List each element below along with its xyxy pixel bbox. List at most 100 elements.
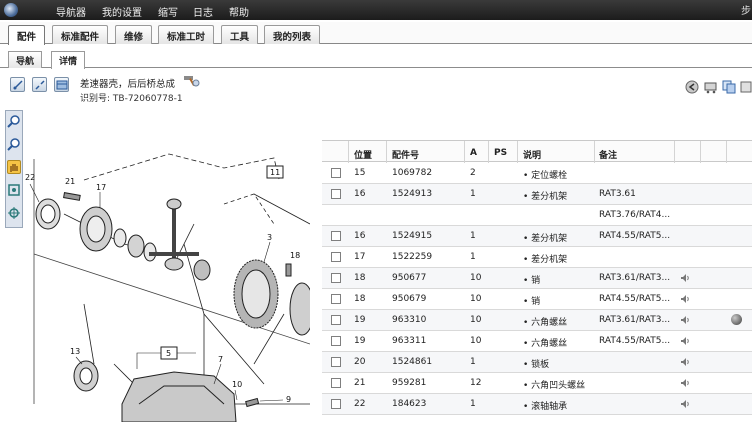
cell-part-number[interactable]: 963310 [392,315,426,325]
cell-description: • 差分机架 [523,255,568,265]
app-logo-icon [4,3,18,17]
tab-navigation[interactable]: 导航 [8,51,43,68]
cell-part-number[interactable]: 1524915 [392,231,432,241]
cell-a: 2 [470,168,476,178]
tab-my-list[interactable]: 我的列表 [264,25,321,44]
cell-position: 17 [354,252,366,262]
cell-part-number[interactable]: 959281 [392,378,426,388]
cell-description: • 定位螺栓 [523,171,568,181]
cell-part-number[interactable]: 1069782 [392,168,432,178]
col-header-part-number[interactable]: 配件号 [392,148,419,161]
row-checkbox[interactable] [331,231,341,241]
fit-icon[interactable] [7,183,21,197]
callout-5: 5 [166,349,171,358]
cell-note: RAT3.61/RAT3... [599,315,671,325]
row-checkbox[interactable] [331,189,341,199]
cell-part-number[interactable]: 950677 [392,273,426,283]
crosshair-icon[interactable] [7,206,21,220]
speaker-icon[interactable] [680,357,690,367]
cell-part-number[interactable]: 184623 [392,399,426,409]
cell-position: 16 [354,189,366,199]
cell-part-number[interactable]: 1522259 [392,252,432,262]
col-header-a[interactable]: A [470,148,477,158]
callout-22: 22 [25,173,35,182]
tool-unlink-icon[interactable] [32,77,47,92]
cell-position: 19 [354,315,366,325]
tool-link-icon[interactable] [10,77,25,92]
table-row[interactable]: 16 1524913 1 • 差分机架 RAT3.61 [322,184,752,205]
cell-description: • 六角凹头螺丝 [523,381,586,391]
cell-description: • 六角螺丝 [523,339,568,349]
tab-details[interactable]: 详情 [51,51,86,69]
tab-parts[interactable]: 配件 [8,25,46,45]
table-row[interactable]: 19 963310 10 • 六角螺丝 RAT3.61/RAT3... [322,310,752,331]
speaker-icon[interactable] [680,273,690,283]
tool-table-icon[interactable] [54,77,69,92]
table-row[interactable]: 22 184623 1 • 滚轴轴承 [322,394,752,415]
table-row[interactable]: 20 1524861 1 • 锁板 [322,352,752,373]
col-header-position[interactable]: 位置 [354,148,372,161]
col-header-description[interactable]: 说明 [523,148,541,161]
cell-position: 15 [354,168,366,178]
tab-standard-labor[interactable]: 标准工时 [158,25,215,44]
speaker-icon[interactable] [680,294,690,304]
row-checkbox[interactable] [331,357,341,367]
row-checkbox[interactable] [331,378,341,388]
table-row[interactable]: 18 950677 10 • 销 RAT3.61/RAT3... [322,268,752,289]
speaker-icon[interactable] [680,399,690,409]
cell-position: 18 [354,294,366,304]
row-checkbox[interactable] [331,294,341,304]
menu-navigator[interactable]: 导航器 [56,4,86,19]
table-row[interactable]: 16 1524915 1 • 差分机架 RAT4.55/RAT5... [322,226,752,247]
speaker-icon[interactable] [680,315,690,325]
speaker-icon[interactable] [680,378,690,388]
cell-a: 12 [470,378,482,388]
cell-position: 22 [354,399,366,409]
zoom-out-icon[interactable] [7,137,21,151]
cell-part-number[interactable]: 950679 [392,294,426,304]
col-header-note[interactable]: 备注 [599,148,617,161]
exploded-parts-drawing[interactable]: 11 22 21 17 3 18 13 5 7 10 9 [24,104,310,422]
tab-standard-parts[interactable]: 标准配件 [52,25,109,44]
col-header-ps[interactable]: PS [494,148,507,158]
speaker-icon[interactable] [680,336,690,346]
cell-position: 16 [354,231,366,241]
tab-tools[interactable]: 工具 [221,25,259,44]
info-icon[interactable] [731,314,742,325]
row-checkbox[interactable] [331,336,341,346]
table-row[interactable]: 15 1069782 2 • 定位螺栓 [322,163,752,184]
callout-21: 21 [65,177,75,186]
menu-my-settings[interactable]: 我的设置 [102,4,142,19]
cell-description: • 差分机架 [523,192,568,202]
row-checkbox[interactable] [331,252,341,262]
print-icon[interactable] [740,80,752,94]
row-checkbox[interactable] [331,273,341,283]
cell-a: 1 [470,399,476,409]
callout-7: 7 [218,355,223,364]
hand-pan-icon[interactable] [7,160,21,174]
hammer-icon[interactable] [183,75,201,87]
menu-log[interactable]: 日志 [193,4,213,19]
cell-part-number[interactable]: 963311 [392,336,426,346]
cell-description: • 销 [523,297,541,307]
cell-a: 10 [470,336,482,346]
row-checkbox[interactable] [331,168,341,178]
cell-a: 10 [470,315,482,325]
table-row[interactable]: 19 963311 10 • 六角螺丝 RAT4.55/RAT5... [322,331,752,352]
copy-icon[interactable] [722,80,736,94]
tab-repair[interactable]: 维修 [115,25,153,44]
cell-part-number[interactable]: 1524913 [392,189,432,199]
cell-part-number[interactable]: 1524861 [392,357,432,367]
zoom-in-icon[interactable] [7,114,21,128]
menu-help[interactable]: 帮助 [229,4,249,19]
cart-icon[interactable] [704,80,718,94]
cell-description: • 差分机架 [523,234,568,244]
row-checkbox[interactable] [331,399,341,409]
table-row[interactable]: 18 950679 10 • 销 RAT4.55/RAT5... [322,289,752,310]
table-row[interactable]: 21 959281 12 • 六角凹头螺丝 [322,373,752,394]
back-icon[interactable] [685,80,699,94]
row-checkbox[interactable] [331,315,341,325]
menu-abbreviations[interactable]: 缩写 [158,4,178,19]
table-row[interactable]: RAT3.76/RAT4... [322,205,752,226]
table-row[interactable]: 17 1522259 1 • 差分机架 [322,247,752,268]
